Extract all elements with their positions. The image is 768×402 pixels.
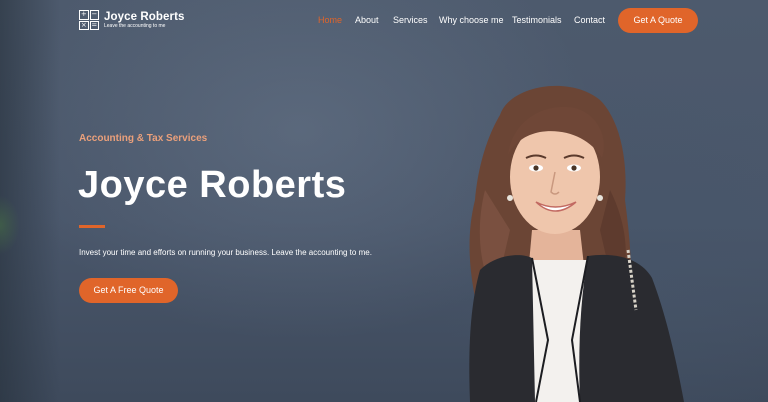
hero-eyebrow: Accounting & Tax Services [79,133,208,144]
site-header: + − × = Joyce Roberts Leave the accounti… [0,0,768,40]
minus-icon: − [89,10,99,20]
multiply-icon: × [79,20,89,30]
logo-text: Joyce Roberts Leave the accounting to me [104,11,185,30]
nav-contact[interactable]: Contact [574,15,605,25]
accent-divider [79,225,105,228]
portrait-blazer [469,255,535,402]
nav-services[interactable]: Services [393,15,428,25]
equals-icon: = [89,20,99,30]
nav-about[interactable]: About [355,15,379,25]
nav-testimonials[interactable]: Testimonials [512,15,562,25]
site-logo[interactable]: + − × = Joyce Roberts Leave the accounti… [79,10,185,30]
brand-name: Joyce Roberts [104,10,185,23]
get-a-quote-button[interactable]: Get A Quote [618,8,698,33]
calculator-icon: + − × = [79,10,99,30]
hero-title: Joyce Roberts [78,164,347,206]
hero-subtitle: Invest your time and efforts on running … [79,248,372,257]
nav-why-choose-me[interactable]: Why choose me [439,15,504,25]
plus-icon: + [79,10,89,20]
brand-tagline: Leave the accounting to me [104,22,166,29]
background-plant-blur [0,195,20,255]
nav-home[interactable]: Home [318,15,342,25]
get-free-quote-button[interactable]: Get A Free Quote [79,278,178,303]
portrait-photo [469,85,684,402]
